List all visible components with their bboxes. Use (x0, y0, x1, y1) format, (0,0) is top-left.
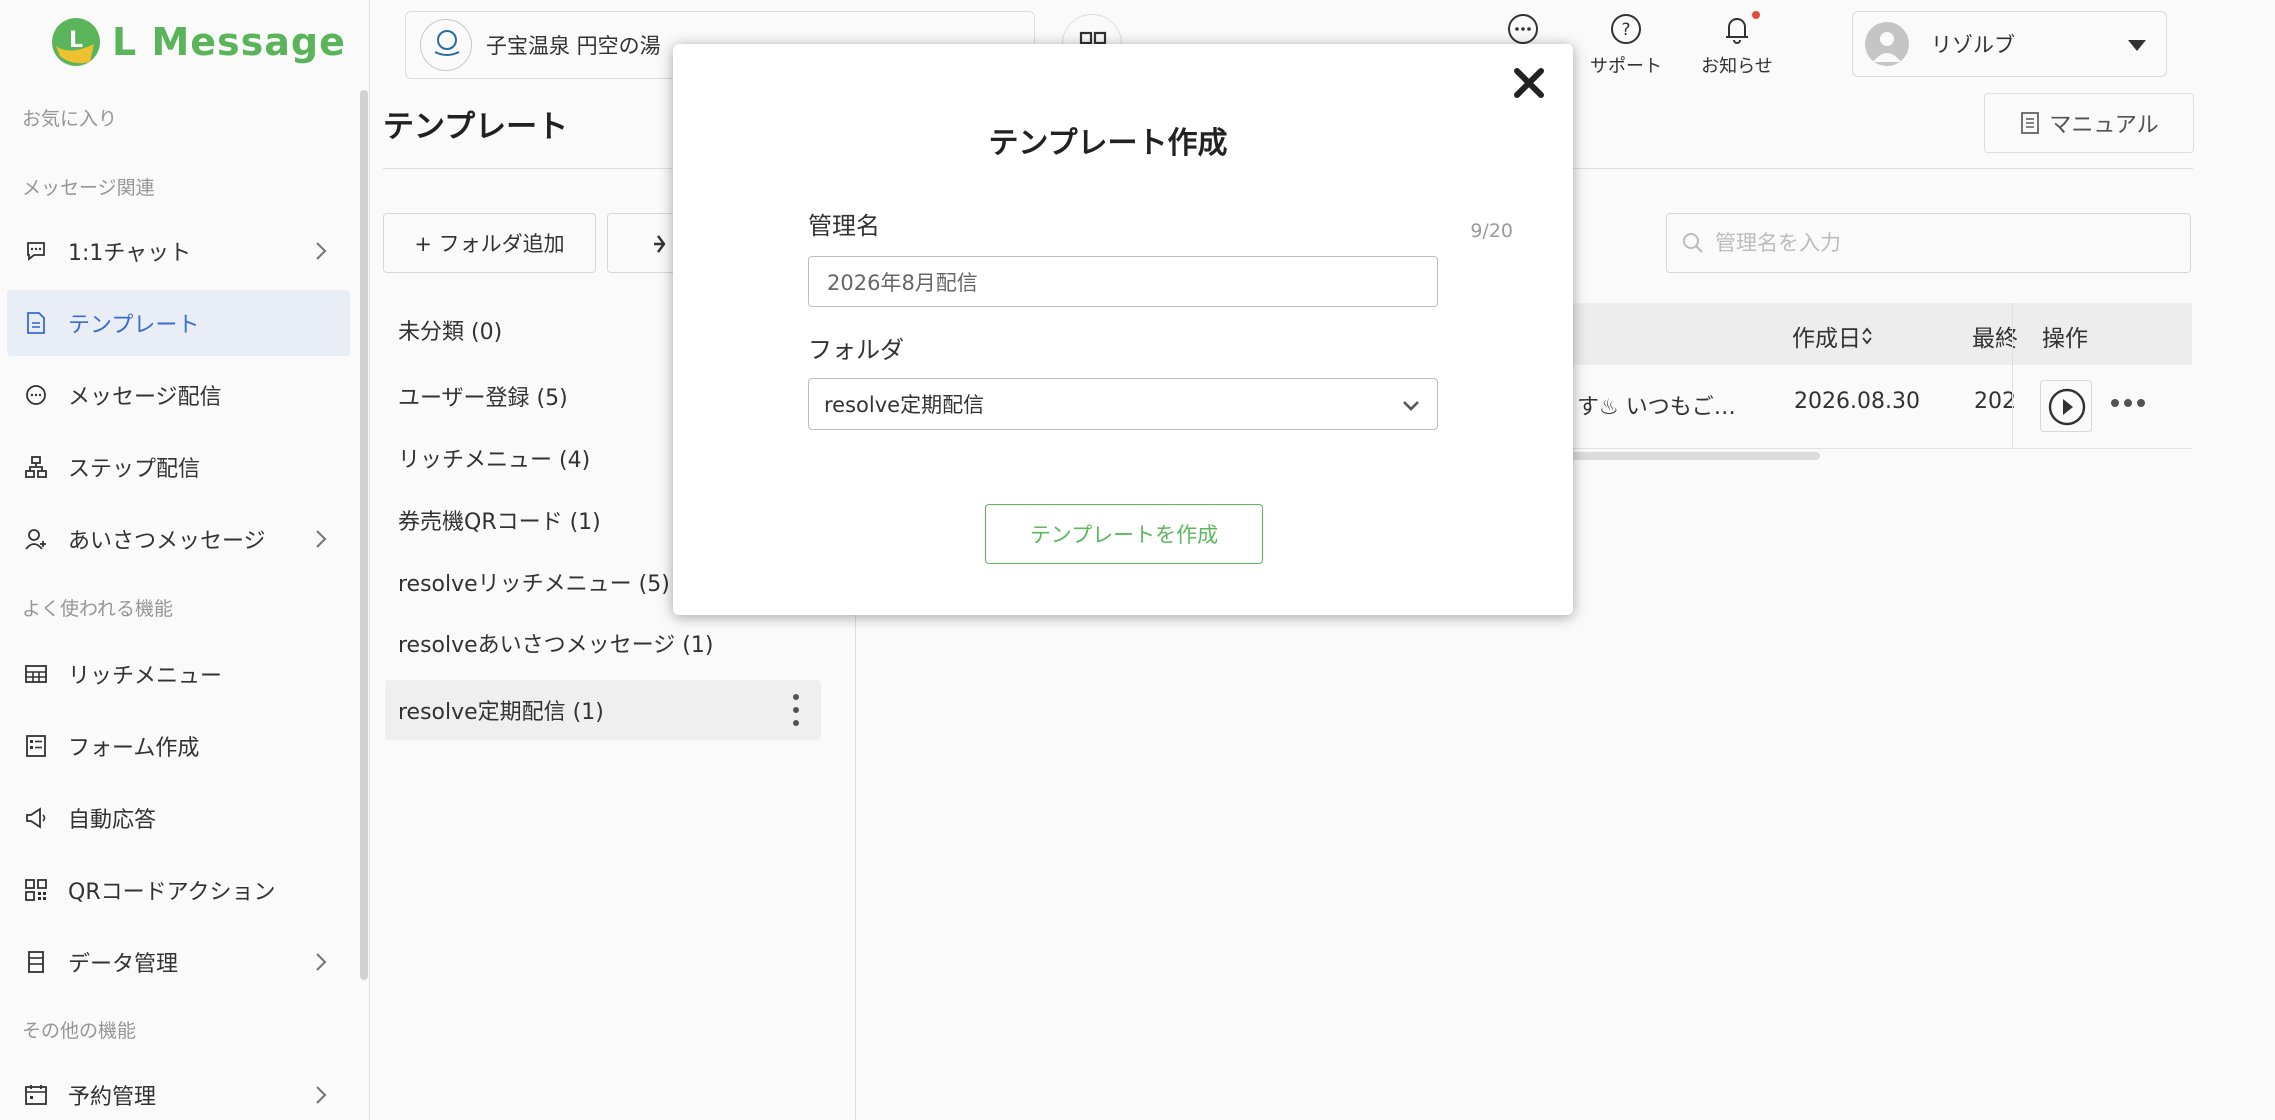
create-template-button[interactable]: テンプレートを作成 (985, 504, 1263, 564)
folder-label: フォルダ (808, 336, 904, 364)
template-name-input[interactable] (808, 256, 1438, 307)
name-label: 管理名 (808, 212, 880, 240)
chevron-down-icon (1403, 401, 1419, 411)
close-icon[interactable] (1509, 63, 1549, 103)
name-char-count: 9/20 (1470, 220, 1513, 242)
create-template-modal: テンプレート作成 管理名 9/20 フォルダ resolve定期配信 テンプレー… (673, 44, 1573, 615)
folder-select[interactable]: resolve定期配信 (808, 378, 1438, 430)
modal-title: テンプレート作成 (988, 126, 1228, 161)
folder-select-value: resolve定期配信 (824, 393, 985, 417)
